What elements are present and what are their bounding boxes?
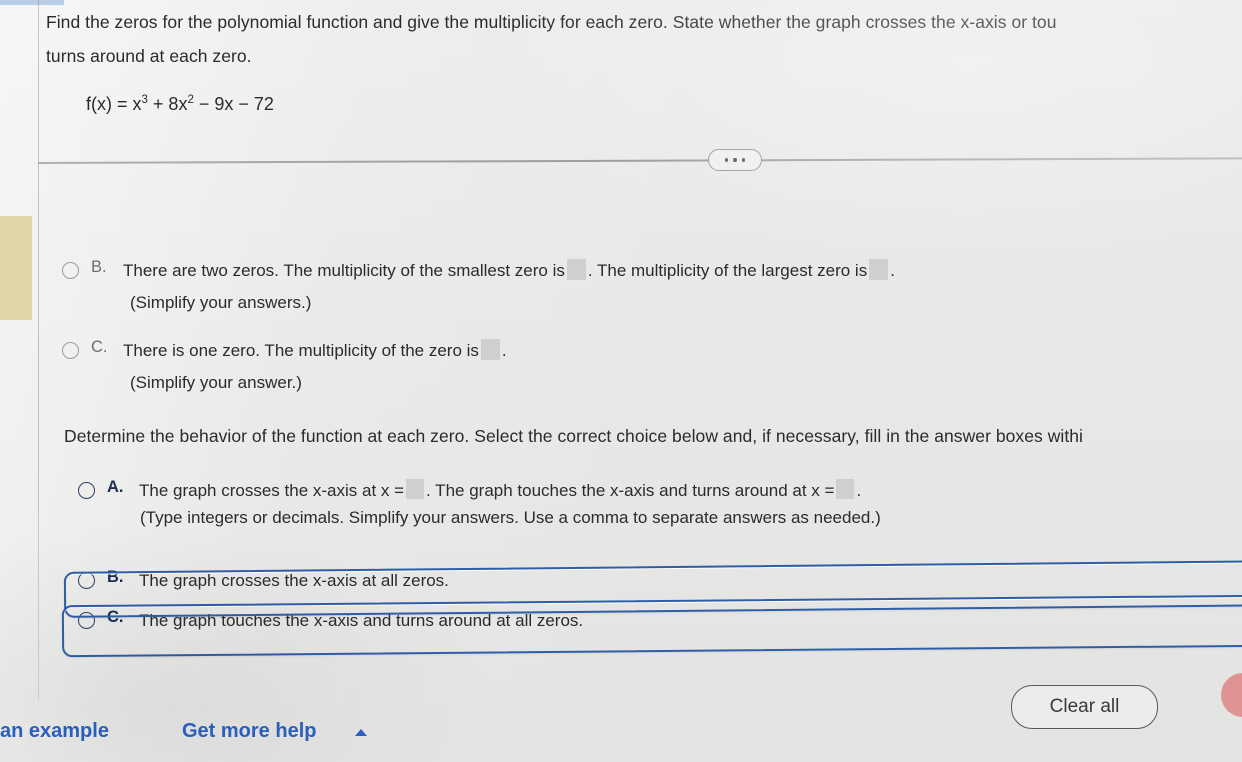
view-an-example-link[interactable]: an example xyxy=(0,720,109,743)
caret-up-icon[interactable] xyxy=(355,729,367,736)
formula-suffix: − 9x − 72 xyxy=(193,94,274,114)
q1-option-b[interactable]: B. There are two zeros. The multiplicity… xyxy=(62,258,895,283)
q1-option-b-text-after: . xyxy=(890,261,895,280)
q1-option-c-note: (Simplify your answer.) xyxy=(130,373,302,392)
worksheet-page: Find the zeros for the polynomial functi… xyxy=(0,0,1242,762)
left-highlight-swatch xyxy=(0,216,32,320)
q1-option-c[interactable]: C. There is one zero. The multiplicity o… xyxy=(62,338,507,363)
q2-option-b-letter: B. xyxy=(107,568,124,586)
q1-option-c-radio[interactable] xyxy=(62,342,79,359)
q1-option-b-answer-box-2[interactable] xyxy=(869,259,889,280)
avatar-circle-icon[interactable] xyxy=(1221,673,1242,717)
q1-option-b-text-before: There are two zeros. The multiplicity of… xyxy=(123,261,565,280)
q2-option-a-text-before: The graph crosses the x-axis at x = xyxy=(139,481,405,500)
left-margin-rule xyxy=(38,0,39,700)
q1-option-b-text-middle: . The multiplicity of the largest zero i… xyxy=(587,261,868,280)
q2-option-c[interactable]: C. The graph touches the x-axis and turn… xyxy=(78,608,583,633)
ellipsis-dot-3 xyxy=(741,158,746,162)
ellipsis-dot-1 xyxy=(724,158,729,162)
q2-option-a-text-after: . xyxy=(856,481,862,500)
q2-option-a-text: The graph crosses the x-axis at x = . The… xyxy=(139,478,861,503)
q2-option-c-letter: C. xyxy=(107,608,124,626)
q2-option-a-answer-box-2[interactable] xyxy=(836,479,855,499)
q1-option-b-text: There are two zeros. The multiplicity of… xyxy=(123,258,895,283)
q2-option-a-note: (Type integers or decimals. Simplify you… xyxy=(140,508,881,527)
get-more-help-link[interactable]: Get more help xyxy=(182,720,316,743)
q2-option-a-answer-box-1[interactable] xyxy=(406,479,425,499)
q2-option-a-letter: A. xyxy=(107,478,124,496)
q1-option-c-text: There is one zero. The multiplicity of t… xyxy=(123,338,507,363)
question-prompt-line-2: turns around at each zero. xyxy=(46,46,252,66)
q2-option-a[interactable]: A. The graph crosses the x-axis at x = . … xyxy=(78,478,861,503)
q1-option-b-radio[interactable] xyxy=(62,262,79,279)
q2-option-b-text: The graph crosses the x-axis at all zero… xyxy=(139,571,449,590)
q2-option-a-text-middle: . The graph touches the x-axis and turns… xyxy=(426,481,835,500)
polynomial-formula: f(x) = x3 + 8x2 − 9x − 72 xyxy=(86,94,274,115)
q1-option-c-letter: C. xyxy=(91,338,108,356)
formula-middle: + 8x xyxy=(147,94,188,114)
q1-option-b-note: (Simplify your answers.) xyxy=(130,293,312,312)
q1-option-c-answer-box-1[interactable] xyxy=(480,339,500,360)
browser-chrome-strip xyxy=(0,0,64,5)
formula-prefix: f(x) = x xyxy=(86,94,142,114)
q2-option-c-radio[interactable] xyxy=(78,612,95,629)
q1-option-b-letter: B. xyxy=(91,258,107,276)
q2-option-a-radio[interactable] xyxy=(78,482,95,499)
q1-option-b-answer-box-1[interactable] xyxy=(566,259,586,280)
q1-option-c-text-before: There is one zero. The multiplicity of t… xyxy=(123,341,479,360)
q2-option-b-radio[interactable] xyxy=(78,572,95,589)
ellipsis-dot-2 xyxy=(733,158,737,162)
question-prompt-line-1: Find the zeros for the polynomial functi… xyxy=(46,12,1057,32)
ellipsis-icon[interactable] xyxy=(708,149,762,171)
q2-option-b[interactable]: B. The graph crosses the x-axis at all z… xyxy=(78,568,449,593)
q2-instruction: Determine the behavior of the function a… xyxy=(64,426,1083,446)
q2-option-c-text: The graph touches the x-axis and turns a… xyxy=(139,611,584,630)
clear-all-button[interactable]: Clear all xyxy=(1011,685,1158,729)
section-divider xyxy=(37,157,1242,164)
q1-option-c-text-after: . xyxy=(501,341,507,360)
